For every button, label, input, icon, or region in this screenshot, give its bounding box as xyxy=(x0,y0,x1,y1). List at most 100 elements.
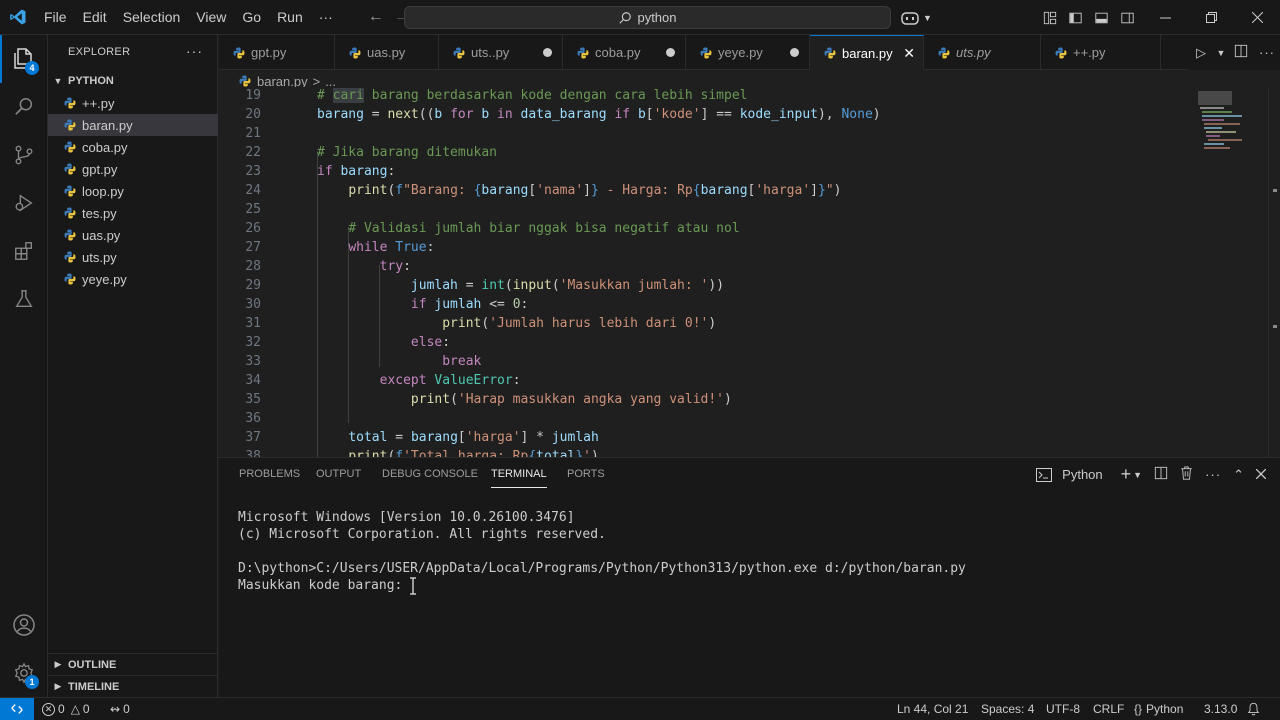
editor-tab[interactable]: uts.py xyxy=(924,35,1041,70)
timeline-section[interactable]: ▶ TIMELINE xyxy=(48,675,218,697)
unsaved-dot-icon[interactable] xyxy=(666,48,675,57)
accounts-badge: 1 xyxy=(25,675,39,689)
code-line: 21 xyxy=(245,126,261,141)
unsaved-dot-icon[interactable] xyxy=(543,48,552,57)
close-panel-icon[interactable] xyxy=(1250,467,1280,482)
editor-tab[interactable]: coba.py xyxy=(563,35,686,70)
toggle-secondary-sidebar-icon[interactable] xyxy=(1114,0,1140,35)
code-line: 25 xyxy=(245,202,261,217)
ports-icon: ↭ xyxy=(110,702,121,716)
tab-problems[interactable]: PROBLEMS xyxy=(239,458,300,491)
file-item[interactable]: ++.py xyxy=(48,92,218,114)
python-file-icon xyxy=(64,119,76,131)
outline-section[interactable]: ▶ OUTLINE xyxy=(48,653,218,675)
code-line: 34 except ValueError: xyxy=(245,373,521,388)
command-center-search[interactable]: python xyxy=(404,6,891,29)
python-interpreter-version[interactable]: 3.13.0 xyxy=(1204,698,1237,720)
indentation[interactable]: Spaces: 4 xyxy=(981,698,1034,720)
testing-flask-icon[interactable] xyxy=(0,275,48,323)
terminal-area[interactable] xyxy=(219,491,1280,698)
python-file-icon xyxy=(700,47,712,58)
menu-more[interactable]: ··· xyxy=(311,0,341,35)
code-editor[interactable]: 19 # cari barang berdasarkan kode dengan … xyxy=(219,87,1280,457)
explorer-more-actions-icon[interactable]: ··· xyxy=(186,43,203,59)
file-item[interactable]: baran.py xyxy=(48,114,218,136)
language-mode[interactable]: {} Python xyxy=(1134,698,1183,720)
restore-icon[interactable] xyxy=(1188,0,1234,35)
split-editor-icon[interactable] xyxy=(1228,44,1254,61)
minimap[interactable] xyxy=(1198,87,1268,457)
chevron-down-icon: ▼ xyxy=(53,76,63,86)
editor-tab[interactable]: ++.py xyxy=(1041,35,1161,70)
toggle-panel-icon[interactable] xyxy=(1088,0,1114,35)
cursor-position[interactable]: Ln 44, Col 21 xyxy=(897,698,968,720)
editor-tabs: gpt.py uas.py uts..py coba.py yeye.py baran.p… xyxy=(219,35,1280,70)
more-actions-icon[interactable]: ··· xyxy=(1254,45,1280,60)
file-item[interactable]: coba.py xyxy=(48,136,218,158)
end-of-line[interactable]: CRLF xyxy=(1093,698,1124,720)
menu-edit[interactable]: Edit xyxy=(75,0,115,35)
problems-status[interactable]: ✕ 0 △ 0 xyxy=(42,698,90,720)
close-window-icon[interactable] xyxy=(1234,0,1280,35)
tab-output[interactable]: OUTPUT xyxy=(316,458,361,491)
tab-terminal[interactable]: TERMINAL xyxy=(491,458,547,488)
unsaved-dot-icon[interactable] xyxy=(790,48,799,57)
ports-status[interactable]: ↭ 0 xyxy=(110,698,130,720)
error-icon: ✕ xyxy=(42,702,55,716)
new-terminal-plus-icon[interactable]: + xyxy=(1115,464,1134,485)
encoding[interactable]: UTF-8 xyxy=(1046,698,1080,720)
accounts-icon[interactable] xyxy=(0,601,48,649)
code-line: 23 if barang: xyxy=(245,164,396,179)
more-actions-icon[interactable]: ··· xyxy=(1199,467,1227,482)
folder-python-header[interactable]: ▼ PYTHON xyxy=(48,70,218,92)
editor-tab[interactable]: yeye.py xyxy=(686,35,810,70)
close-tab-icon[interactable]: ✕ xyxy=(903,45,915,62)
run-python-file-icon[interactable]: ▷ xyxy=(1188,45,1214,61)
minimize-icon[interactable] xyxy=(1142,0,1188,35)
terminal-shell-selector[interactable]: Python xyxy=(1030,467,1114,482)
chevron-down-icon[interactable]: ▼ xyxy=(1214,48,1228,58)
editor-tab[interactable]: baran.py ✕ xyxy=(810,35,924,70)
code-line: 37 total = barang['harga'] * jumlah xyxy=(245,430,599,445)
editor-vertical-scrollbar[interactable] xyxy=(1268,87,1280,457)
notifications-bell-icon[interactable] xyxy=(1247,698,1260,720)
file-item[interactable]: yeye.py xyxy=(48,268,218,290)
tab-debug-console[interactable]: DEBUG CONSOLE xyxy=(382,458,478,491)
remote-indicator-icon[interactable] xyxy=(0,698,34,720)
back-arrow-icon[interactable]: ← xyxy=(363,8,389,26)
copilot-menu[interactable]: ▼ xyxy=(900,0,932,35)
bottom-panel: PROBLEMS OUTPUT DEBUG CONSOLE TERMINAL P… xyxy=(219,457,1280,697)
menu-go[interactable]: Go xyxy=(234,0,269,35)
file-item[interactable]: tes.py xyxy=(48,202,218,224)
manage-gear-icon[interactable]: 1 xyxy=(0,649,48,697)
explorer-icon[interactable]: 4 xyxy=(0,35,48,83)
editor-tab[interactable]: gpt.py xyxy=(219,35,335,70)
tab-ports[interactable]: PORTS xyxy=(567,458,605,491)
run-and-debug-icon[interactable] xyxy=(0,179,48,227)
language-label: Python xyxy=(1146,702,1184,716)
file-item[interactable]: gpt.py xyxy=(48,158,218,180)
file-item-label: baran.py xyxy=(82,117,133,133)
search-view-icon[interactable] xyxy=(0,83,48,131)
source-control-icon[interactable] xyxy=(0,131,48,179)
file-item[interactable]: uts.py xyxy=(48,246,218,268)
python-file-icon xyxy=(64,185,76,197)
chevron-down-icon[interactable]: ▼ xyxy=(1133,470,1148,480)
file-item[interactable]: loop.py xyxy=(48,180,218,202)
toggle-primary-sidebar-icon[interactable] xyxy=(1062,0,1088,35)
maximize-panel-chevron-up-icon[interactable]: ⌃ xyxy=(1227,467,1250,483)
editor-tab[interactable]: uts..py xyxy=(439,35,563,70)
menu-view[interactable]: View xyxy=(188,0,234,35)
customize-layout-icon[interactable] xyxy=(1038,0,1062,35)
trash-icon[interactable] xyxy=(1174,466,1199,483)
code-line: 29 jumlah = int(input('Masukkan jumlah: … xyxy=(245,278,725,293)
split-terminal-icon[interactable] xyxy=(1148,466,1174,483)
extensions-icon[interactable] xyxy=(0,227,48,275)
editor-tab[interactable]: uas.py xyxy=(335,35,439,70)
menu-selection[interactable]: Selection xyxy=(115,0,189,35)
file-item-label: ++.py xyxy=(82,95,115,111)
python-file-icon xyxy=(349,47,361,58)
menu-run[interactable]: Run xyxy=(269,0,311,35)
file-item[interactable]: uas.py xyxy=(48,224,218,246)
menu-file[interactable]: File xyxy=(36,0,75,35)
